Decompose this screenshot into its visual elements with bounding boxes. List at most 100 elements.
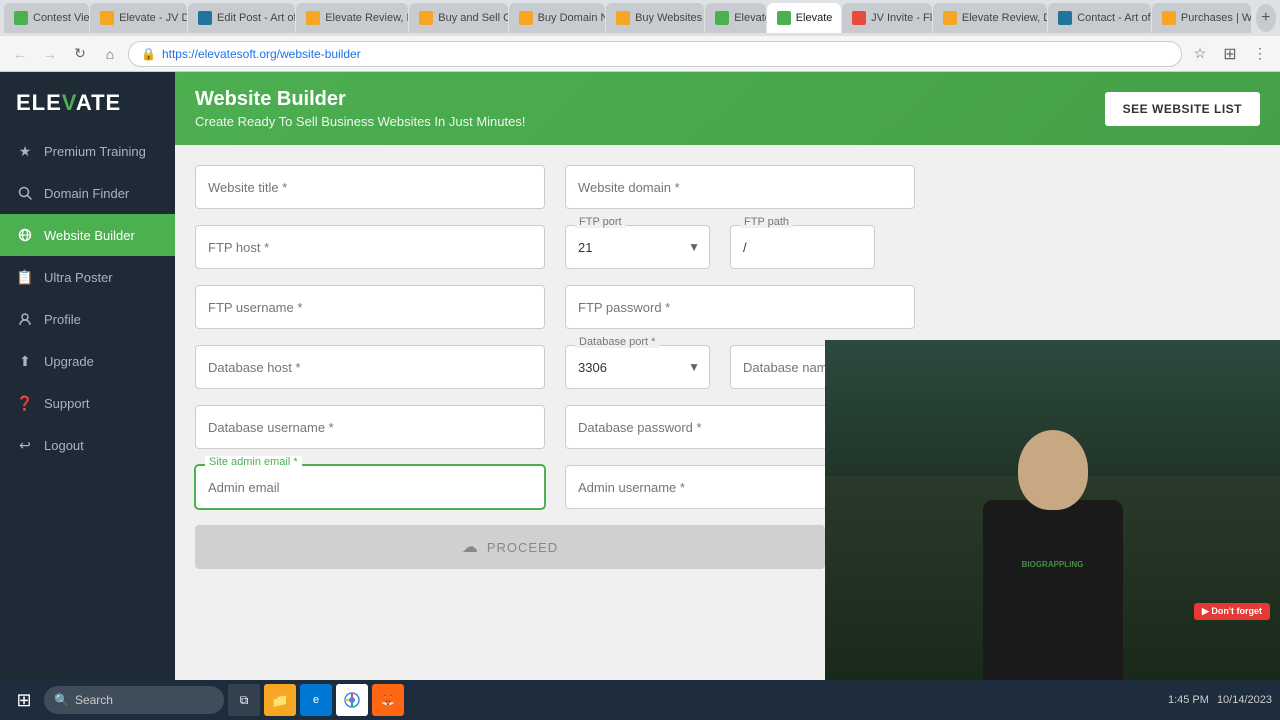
taskbar-search-icon: 🔍 (54, 693, 69, 707)
taskbar-date: 10/14/2023 (1217, 694, 1272, 706)
refresh-button[interactable]: ↻ (68, 42, 92, 66)
home-button[interactable]: ⌂ (98, 42, 122, 66)
taskbar-edge-icon[interactable]: e (300, 684, 332, 716)
forward-button[interactable]: → (38, 42, 62, 66)
header-text: Website Builder Create Ready To Sell Bus… (195, 88, 525, 129)
ftp-port-select[interactable]: 21 22 (565, 225, 710, 269)
logo-v-letter: V (62, 90, 76, 115)
taskbar-firefox-icon[interactable]: 🦊 (372, 684, 404, 716)
sidebar-item-label: Logout (44, 438, 84, 453)
database-port-label: Database port * (575, 336, 659, 348)
tab-label: Buy Websites fo... (635, 12, 704, 24)
webcam-video: BIOGRAPPLING ▶ Don't forget (825, 340, 1280, 680)
taskbar-time: 1:45 PM (1168, 694, 1209, 706)
tab-contact[interactable]: Contact - Art of M... (1048, 3, 1151, 33)
tab-buy-sell[interactable]: Buy and Sell On... (409, 3, 507, 33)
tab-label: Elevate Review, Den... (962, 12, 1047, 24)
form-row-2: FTP port 21 22 ▼ FTP path (195, 225, 1260, 269)
ftp-host-input[interactable] (195, 225, 545, 269)
sidebar-item-label: Domain Finder (44, 186, 129, 201)
sidebar-item-website-builder[interactable]: Website Builder (0, 214, 175, 256)
address-bar[interactable]: 🔒 https://elevatesoft.org/website-builde… (128, 41, 1182, 67)
sidebar-item-premium-training[interactable]: ★ Premium Training (0, 130, 175, 172)
logo-text: ELEVATE (16, 90, 121, 116)
proceed-wrapper: ☁ PROCEED (195, 525, 825, 569)
tab-elevate-review-1[interactable]: Elevate Review, Der... (296, 3, 408, 33)
taskbar-search[interactable]: 🔍 Search (44, 686, 224, 714)
proceed-label: PROCEED (487, 540, 558, 555)
tab-buy-websites[interactable]: Buy Websites fo... (606, 3, 704, 33)
taskbar-task-view[interactable]: ⧉ (228, 684, 260, 716)
taskbar-chrome-icon[interactable] (336, 684, 368, 716)
website-title-input[interactable] (195, 165, 545, 209)
tab-favicon (419, 11, 433, 25)
website-title-field (195, 165, 545, 209)
bookmark-button[interactable]: ☆ (1188, 42, 1212, 66)
ftp-host-field (195, 225, 545, 269)
sidebar-logo: ELEVATE (0, 72, 175, 130)
sidebar-nav: ★ Premium Training Domain Finder (0, 130, 175, 680)
sidebar-item-label: Upgrade (44, 354, 94, 369)
ftp-password-input[interactable] (565, 285, 915, 329)
tab-elevate-1[interactable]: Elevate (705, 3, 766, 33)
ftp-password-field (565, 285, 915, 329)
start-button[interactable]: ⊞ (8, 684, 40, 716)
header-title: Website Builder (195, 88, 525, 111)
tab-purchases[interactable]: Purchases | War... (1152, 3, 1251, 33)
youtube-button: ▶ Don't forget (1194, 603, 1270, 620)
tab-label: Elevate (734, 12, 766, 24)
ftp-path-input[interactable] (730, 225, 875, 269)
website-domain-wrapper (565, 165, 915, 209)
sidebar-item-label: Profile (44, 312, 81, 327)
tab-label: Edit Post - Art of M... (217, 12, 295, 24)
header-banner: Website Builder Create Ready To Sell Bus… (175, 72, 1280, 145)
database-port-select[interactable]: 3306 (565, 345, 710, 389)
tab-favicon (100, 11, 114, 25)
logout-icon: ↩ (16, 436, 34, 454)
tab-favicon (852, 11, 866, 25)
person-head (1018, 430, 1088, 510)
back-button[interactable]: ← (8, 42, 32, 66)
tab-elevate-jv[interactable]: Elevate - JV DOC (90, 3, 187, 33)
globe-icon (16, 226, 34, 244)
tab-elevate-active[interactable]: Elevate ✕ (767, 3, 841, 33)
site-admin-email-label: Site admin email * (205, 456, 302, 468)
sidebar-item-support[interactable]: ❓ Support (0, 382, 175, 424)
sidebar-item-label: Support (44, 396, 90, 411)
tab-favicon (519, 11, 533, 25)
tab-edit-post[interactable]: Edit Post - Art of M... (188, 3, 295, 33)
site-admin-email-input[interactable] (195, 465, 545, 509)
database-port-field: Database port * 3306 ▼ (565, 345, 710, 389)
taskbar-search-placeholder: Search (75, 693, 113, 707)
database-username-input[interactable] (195, 405, 545, 449)
proceed-button[interactable]: ☁ PROCEED (195, 525, 825, 569)
website-title-wrapper (195, 165, 545, 209)
tab-label: Elevate Review, Der... (325, 12, 408, 24)
tab-label: Elevate - JV DOC (119, 12, 187, 24)
lock-icon: 🔒 (141, 47, 156, 61)
sidebar-item-profile[interactable]: Profile (0, 298, 175, 340)
ftp-username-input[interactable] (195, 285, 545, 329)
sidebar-item-logout[interactable]: ↩ Logout (0, 424, 175, 466)
taskbar-file-explorer[interactable]: 📁 (264, 684, 296, 716)
sidebar-item-upgrade[interactable]: ⬆ Upgrade (0, 340, 175, 382)
person-silhouette: BIOGRAPPLING (953, 400, 1153, 680)
star-icon: ★ (16, 142, 34, 160)
website-domain-input[interactable] (565, 165, 915, 209)
tab-jv-invite[interactable]: JV Invite - Flare (842, 3, 932, 33)
see-website-list-button[interactable]: SEE WEBSITE LIST (1105, 92, 1260, 126)
app-container: ELEVATE ★ Premium Training Domain Finder (0, 72, 1280, 680)
menu-button[interactable]: ⋮ (1248, 42, 1272, 66)
database-host-input[interactable] (195, 345, 545, 389)
tab-buy-domain[interactable]: Buy Domain Na... (509, 3, 606, 33)
header-subtitle: Create Ready To Sell Business Websites I… (195, 114, 525, 129)
tab-contest-view[interactable]: Contest View | (4, 3, 89, 33)
ftp-port-label: FTP port (575, 216, 626, 228)
extensions-button[interactable]: ⊞ (1218, 42, 1242, 66)
tab-elevate-review-2[interactable]: Elevate Review, Den... (933, 3, 1047, 33)
new-tab-button[interactable]: + (1256, 4, 1276, 32)
tab-label: Purchases | War... (1181, 12, 1251, 24)
sidebar-item-ultra-poster[interactable]: 📋 Ultra Poster (0, 256, 175, 298)
sidebar-item-domain-finder[interactable]: Domain Finder (0, 172, 175, 214)
sidebar-item-label: Website Builder (44, 228, 135, 243)
